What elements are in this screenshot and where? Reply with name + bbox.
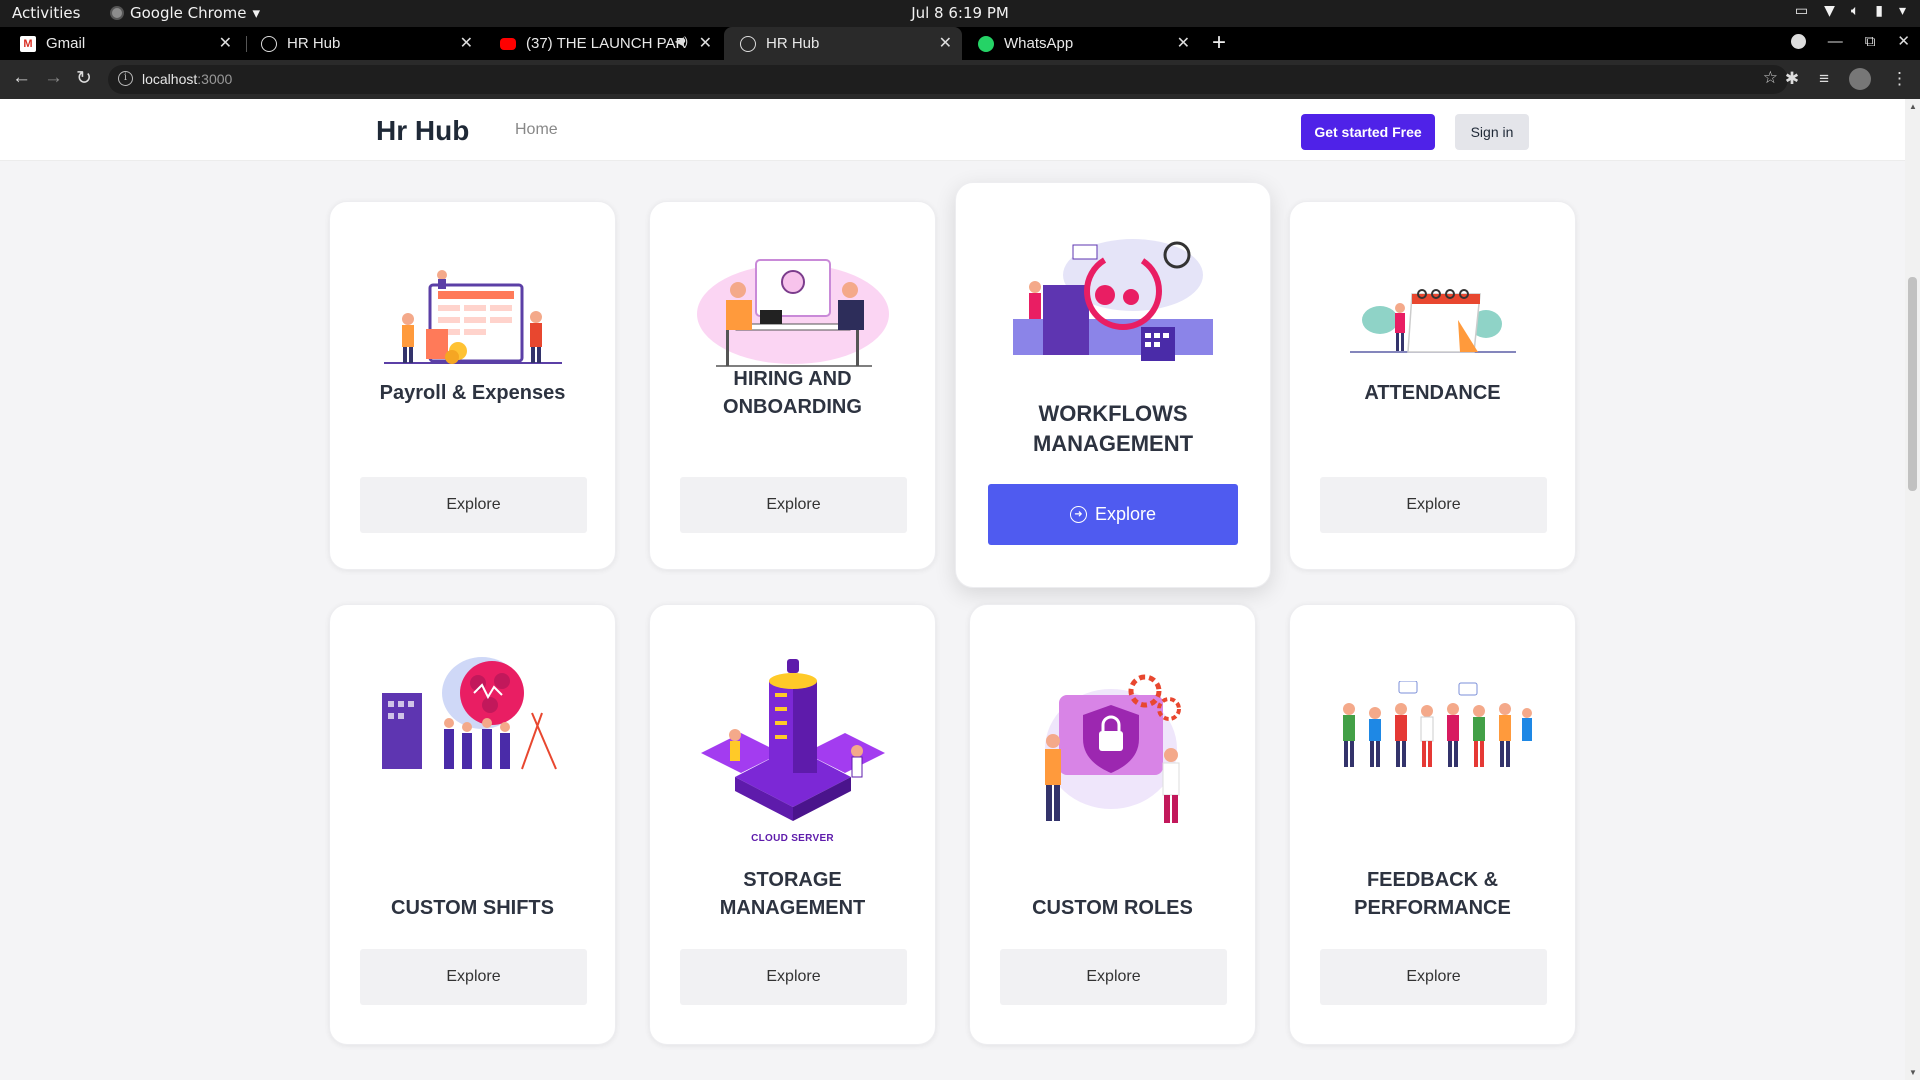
clock[interactable]: Jul 8 6:19 PM — [0, 4, 1920, 22]
screen-icon: ▭ — [1794, 3, 1809, 19]
tab-strip: M Gmail ✕ HR Hub ✕ (37) THE LAUNCH PAR ◀… — [0, 27, 1920, 60]
explore-button[interactable]: ➜ Explore — [988, 484, 1238, 545]
explore-button[interactable]: Explore — [1320, 949, 1547, 1005]
reload-icon[interactable]: ↻ — [76, 67, 92, 90]
new-tab-icon[interactable]: + — [1212, 29, 1226, 57]
youtube-icon — [500, 37, 516, 50]
card-attendance: ATTENDANCE Explore — [1289, 201, 1576, 570]
tab-hr-hub[interactable]: HR Hub ✕ — [245, 27, 483, 60]
close-icon[interactable]: ✕ — [699, 33, 712, 53]
shifts-illustration — [330, 653, 615, 773]
volume-icon: 🔈︎ — [1850, 3, 1860, 19]
extensions-icon[interactable]: ✱ — [1785, 69, 1799, 89]
site-header: Hr Hub Home Get started Free Sign in — [0, 99, 1905, 161]
url-port: :3000 — [197, 71, 233, 87]
workflows-illustration — [956, 235, 1270, 363]
battery-icon: ▮ — [1875, 3, 1883, 19]
explore-button[interactable]: Explore — [680, 949, 907, 1005]
bookmark-star-icon[interactable]: ☆ — [1763, 68, 1778, 88]
tab-gmail[interactable]: M Gmail ✕ — [4, 27, 242, 60]
wifi-icon: ▼ — [1824, 3, 1835, 19]
restore-icon[interactable]: ⧉ — [1865, 33, 1876, 50]
feedback-illustration — [1290, 681, 1575, 771]
card-hiring: HIRING AND ONBOARDING Explore — [649, 201, 936, 570]
card-storage: CLOUD SERVER STORAGE MANAGEMENT Explore — [649, 604, 936, 1045]
tab-whatsapp[interactable]: WhatsApp ✕ — [962, 27, 1200, 60]
tab-youtube[interactable]: (37) THE LAUNCH PAR ◀) ✕ — [484, 27, 722, 60]
scroll-up-icon[interactable]: ▲ — [1909, 102, 1917, 111]
toolbar-actions: ✱ ≡ ⋮ — [1785, 68, 1908, 90]
tab-title: (37) THE LAUNCH PAR — [526, 35, 687, 52]
info-icon[interactable]: i — [118, 71, 133, 86]
tab-hr-hub-active[interactable]: HR Hub ✕ — [724, 27, 962, 60]
storage-illustration — [650, 657, 935, 843]
media-icon[interactable]: ≡ — [1819, 69, 1829, 89]
card-title: Payroll & Expenses — [379, 382, 566, 404]
attendance-illustration — [1290, 280, 1575, 356]
close-window-icon[interactable]: ✕ — [1897, 32, 1910, 50]
tab-title: HR Hub — [287, 35, 341, 52]
card-custom-roles: CUSTOM ROLES Explore — [969, 604, 1256, 1045]
globe-icon — [740, 35, 756, 52]
back-icon[interactable]: ← — [12, 67, 31, 89]
speaker-icon[interactable]: ◀) — [675, 34, 688, 48]
card-title: STORAGE MANAGEMENT — [719, 869, 866, 919]
whatsapp-icon — [978, 35, 994, 52]
close-icon[interactable]: ✕ — [219, 33, 232, 53]
payroll-illustration — [330, 267, 615, 367]
close-icon[interactable]: ✕ — [1177, 33, 1190, 53]
card-workflows: WORKFLOWS MANAGEMENT ➜ Explore — [955, 182, 1271, 588]
roles-illustration — [970, 669, 1255, 829]
card-title: HIRING AND ONBOARDING — [723, 368, 862, 418]
tab-title: Gmail — [46, 35, 86, 52]
tab-title: WhatsApp — [1004, 35, 1074, 52]
scrollbar-thumb[interactable] — [1908, 277, 1917, 491]
hiring-illustration — [650, 254, 935, 372]
nav-home-link[interactable]: Home — [515, 121, 558, 139]
minimize-icon[interactable]: — — [1828, 33, 1843, 50]
url-host: localhost — [142, 71, 198, 87]
url-text[interactable]: localhost:3000 — [142, 71, 232, 87]
globe-icon — [261, 35, 277, 52]
close-icon[interactable]: ✕ — [460, 33, 473, 53]
gmail-icon: M — [20, 35, 36, 52]
card-title: WORKFLOWS MANAGEMENT — [1032, 401, 1194, 456]
card-title: FEEDBACK & PERFORMANCE — [1354, 869, 1511, 919]
explore-button[interactable]: Explore — [680, 477, 907, 533]
close-icon[interactable]: ✕ — [939, 33, 952, 53]
brand-logo[interactable]: Hr Hub — [376, 115, 469, 147]
get-started-button[interactable]: Get started Free — [1301, 114, 1435, 150]
cloud-server-caption: CLOUD SERVER — [751, 833, 834, 844]
tab-search-icon[interactable] — [1790, 33, 1806, 49]
profile-avatar[interactable] — [1849, 68, 1871, 90]
os-top-bar: Activities Google Chrome ▾ Jul 8 6:19 PM… — [0, 0, 1920, 27]
sign-in-button[interactable]: Sign in — [1455, 114, 1529, 150]
page-viewport: Hr Hub Home Get started Free Sign in Pay… — [0, 99, 1905, 1080]
window-controls: — ⧉ ✕ — [1790, 32, 1910, 50]
kebab-menu-icon[interactable]: ⋮ — [1891, 69, 1908, 89]
card-custom-shifts: CUSTOM SHIFTS Explore — [329, 604, 616, 1045]
system-tray[interactable]: ▭ ▼ 🔈︎ ▮ ▾ — [1795, 3, 1906, 19]
scroll-down-icon[interactable]: ▼ — [1909, 1068, 1917, 1077]
explore-button[interactable]: Explore — [1320, 477, 1547, 533]
explore-button[interactable]: Explore — [360, 949, 587, 1005]
chevron-down-icon: ▾ — [1898, 3, 1906, 19]
explore-button[interactable]: Explore — [1000, 949, 1227, 1005]
page-scrollbar[interactable]: ▲ ▼ — [1905, 99, 1920, 1080]
card-title: CUSTOM SHIFTS — [391, 897, 554, 919]
arrow-circle-icon: ➜ — [1069, 506, 1087, 523]
explore-label: Explore — [1094, 504, 1157, 524]
tab-title: HR Hub — [766, 35, 820, 52]
card-payroll: Payroll & Expenses Explore — [329, 201, 616, 570]
card-title: ATTENDANCE — [1364, 382, 1501, 404]
card-title: CUSTOM ROLES — [1032, 897, 1193, 919]
explore-button[interactable]: Explore — [360, 477, 587, 533]
browser-toolbar: ← → ↻ i localhost:3000 ☆ ✱ ≡ ⋮ — [0, 60, 1920, 99]
address-bar[interactable]: i localhost:3000 ☆ — [108, 65, 1788, 94]
forward-icon[interactable]: → — [44, 67, 63, 89]
card-feedback: FEEDBACK & PERFORMANCE Explore — [1289, 604, 1576, 1045]
